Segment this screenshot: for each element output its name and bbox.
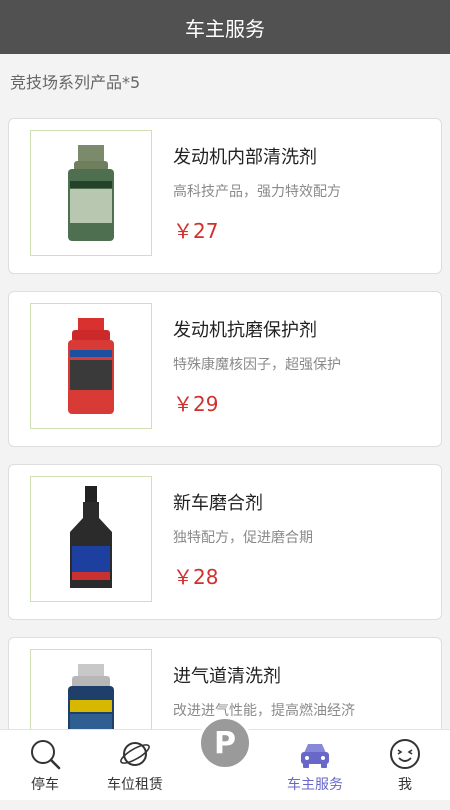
car-icon — [297, 736, 333, 772]
search-icon — [28, 736, 62, 772]
tab-label: 停车 — [31, 777, 59, 793]
section-title: 竞技场系列产品*5 — [10, 73, 141, 92]
tab-owner-service[interactable]: 车主服务 — [270, 730, 360, 800]
product-list: 发动机内部清洗剂 高科技产品，强力特效配方 ￥27 发动机抗磨保护剂 特殊康魔核… — [8, 118, 442, 810]
product-image — [30, 476, 152, 602]
product-image — [30, 303, 152, 429]
product-desc: 高科技产品，强力特效配方 — [173, 184, 341, 200]
product-price: ￥28 — [173, 565, 219, 589]
product-image — [30, 130, 152, 256]
parking-icon: P — [214, 725, 236, 761]
tab-space-rental[interactable]: 车位租赁 — [90, 730, 180, 800]
product-name: 发动机内部清洗剂 — [173, 147, 317, 168]
tab-parking[interactable]: 停车 — [0, 730, 90, 800]
product-price: ￥27 — [173, 219, 219, 243]
product-price: ￥29 — [173, 392, 219, 416]
product-desc: 改进进气性能，提高燃油经济 — [173, 703, 355, 719]
product-card[interactable]: 发动机内部清洗剂 高科技产品，强力特效配方 ￥27 — [8, 118, 442, 274]
tab-label: 车位租赁 — [107, 777, 163, 793]
tab-me[interactable]: 我 — [360, 730, 450, 800]
tab-label: 车主服务 — [287, 777, 343, 793]
tab-label: 我 — [398, 777, 412, 793]
page-title: 车主服务 — [185, 16, 265, 41]
product-desc: 特殊康魔核因子，超强保护 — [173, 357, 341, 373]
product-card[interactable]: 发动机抗磨保护剂 特殊康魔核因子，超强保护 ￥29 — [8, 291, 442, 447]
product-desc: 独特配方，促进磨合期 — [173, 530, 313, 546]
face-icon — [388, 736, 422, 772]
product-name: 进气道清洗剂 — [173, 666, 281, 687]
app-header: 车主服务 — [0, 0, 450, 54]
product-name: 新车磨合剂 — [173, 493, 263, 514]
product-card[interactable]: 新车磨合剂 独特配方，促进磨合期 ￥28 — [8, 464, 442, 620]
planet-icon — [118, 736, 152, 772]
parking-button[interactable]: P — [198, 716, 252, 770]
product-name: 发动机抗磨保护剂 — [173, 320, 317, 341]
